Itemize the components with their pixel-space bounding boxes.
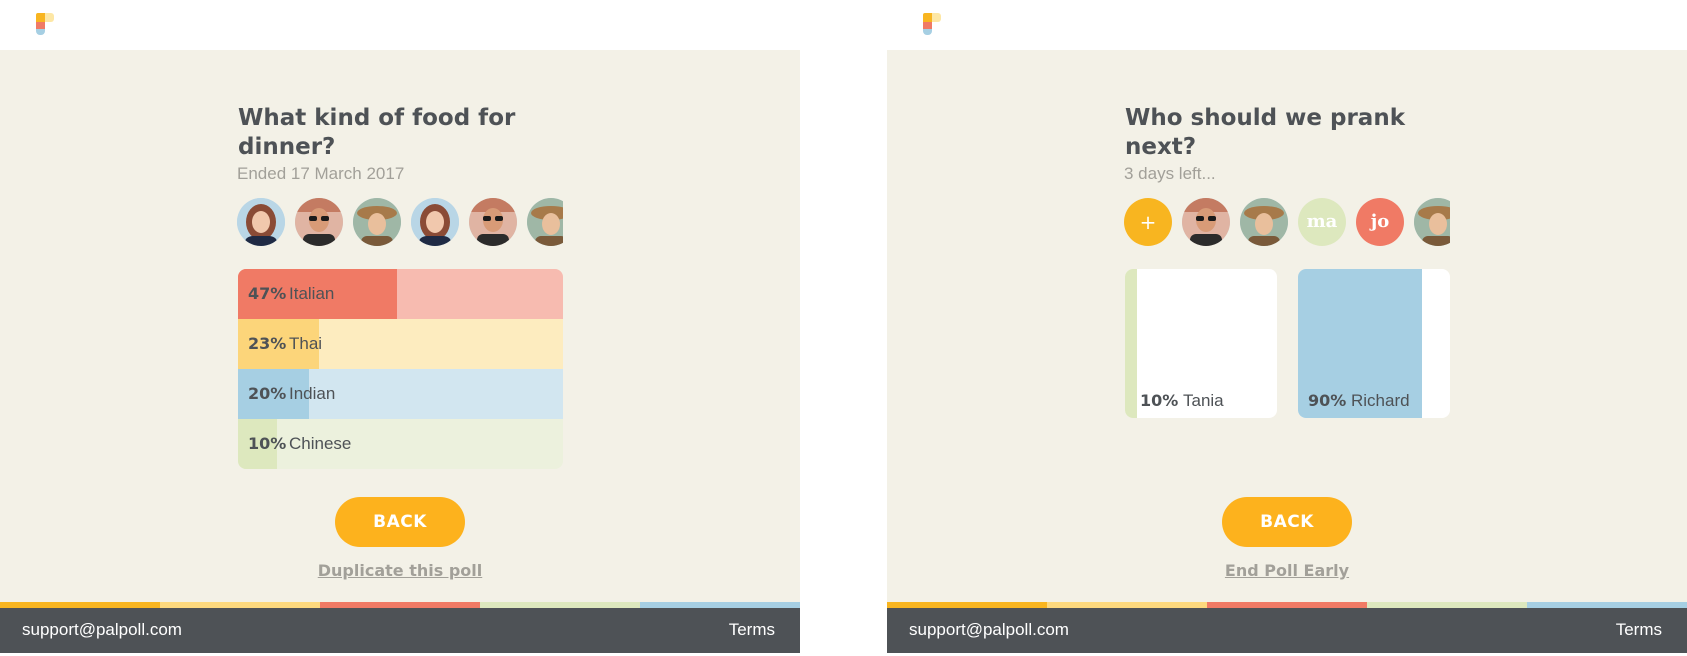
left-poll-screen: What kind of food for dinner? Ended 17 M… — [0, 0, 800, 656]
terms-link[interactable]: Terms — [1616, 608, 1662, 652]
add-participant-button[interactable]: + — [1124, 198, 1172, 246]
avatar — [411, 198, 459, 246]
result-label: Italian — [289, 284, 335, 303]
result-percent: 10% — [248, 434, 287, 453]
result-label: Richard — [1351, 391, 1410, 410]
avatar — [527, 198, 563, 246]
avatar — [353, 198, 401, 246]
palpoll-logo-icon[interactable] — [923, 13, 941, 35]
support-email-link[interactable]: support@palpoll.com — [22, 608, 182, 652]
avatar — [469, 198, 517, 246]
result-label: Thai — [289, 334, 323, 353]
participant-avatars — [237, 198, 563, 248]
result-row: 23% Thai — [238, 319, 563, 369]
result-label: Tania — [1183, 391, 1224, 410]
back-button[interactable]: BACK — [1222, 497, 1352, 547]
result-card: 90% Richard — [1298, 269, 1450, 418]
initials-avatar: jo — [1356, 198, 1404, 246]
poll-status: 3 days left... — [1124, 164, 1216, 183]
poll-content-area: What kind of food for dinner? Ended 17 M… — [0, 50, 800, 602]
avatar — [1240, 198, 1288, 246]
footer: support@palpoll.com Terms — [0, 608, 800, 653]
result-percent: 23% — [248, 334, 287, 353]
poll-results: 47% Italian 23% Thai 20% Indian 10% Chin… — [238, 269, 563, 469]
participant-avatars: + ma jo — [1124, 198, 1450, 248]
result-label: Indian — [289, 384, 336, 403]
avatar — [237, 198, 285, 246]
back-button[interactable]: BACK — [335, 497, 465, 547]
avatar — [1182, 198, 1230, 246]
result-percent: 47% — [248, 284, 287, 303]
avatar — [1414, 198, 1450, 246]
initials-avatar: ma — [1298, 198, 1346, 246]
avatar — [295, 198, 343, 246]
result-bar-fill — [1125, 269, 1137, 418]
result-row: 47% Italian — [238, 269, 563, 319]
poll-title: Who should we prank next? — [1125, 105, 1405, 160]
result-percent: 20% — [248, 384, 287, 403]
end-poll-early-link[interactable]: End Poll Early — [1137, 561, 1437, 580]
footer: support@palpoll.com Terms — [887, 608, 1687, 653]
poll-status: Ended 17 March 2017 — [237, 164, 405, 183]
result-card: 10% Tania — [1125, 269, 1277, 418]
result-label: Chinese — [289, 434, 352, 453]
support-email-link[interactable]: support@palpoll.com — [909, 608, 1069, 652]
result-percent: 10% — [1140, 391, 1179, 410]
palpoll-logo-icon[interactable] — [36, 13, 54, 35]
result-row: 10% Chinese — [238, 419, 563, 469]
poll-content-area: Who should we prank next? 3 days left...… — [887, 50, 1687, 602]
result-row: 20% Indian — [238, 369, 563, 419]
poll-title: What kind of food for dinner? — [238, 105, 516, 160]
right-poll-screen: Who should we prank next? 3 days left...… — [887, 0, 1687, 656]
duplicate-poll-link[interactable]: Duplicate this poll — [250, 561, 550, 580]
terms-link[interactable]: Terms — [729, 608, 775, 652]
result-percent: 90% — [1308, 391, 1347, 410]
